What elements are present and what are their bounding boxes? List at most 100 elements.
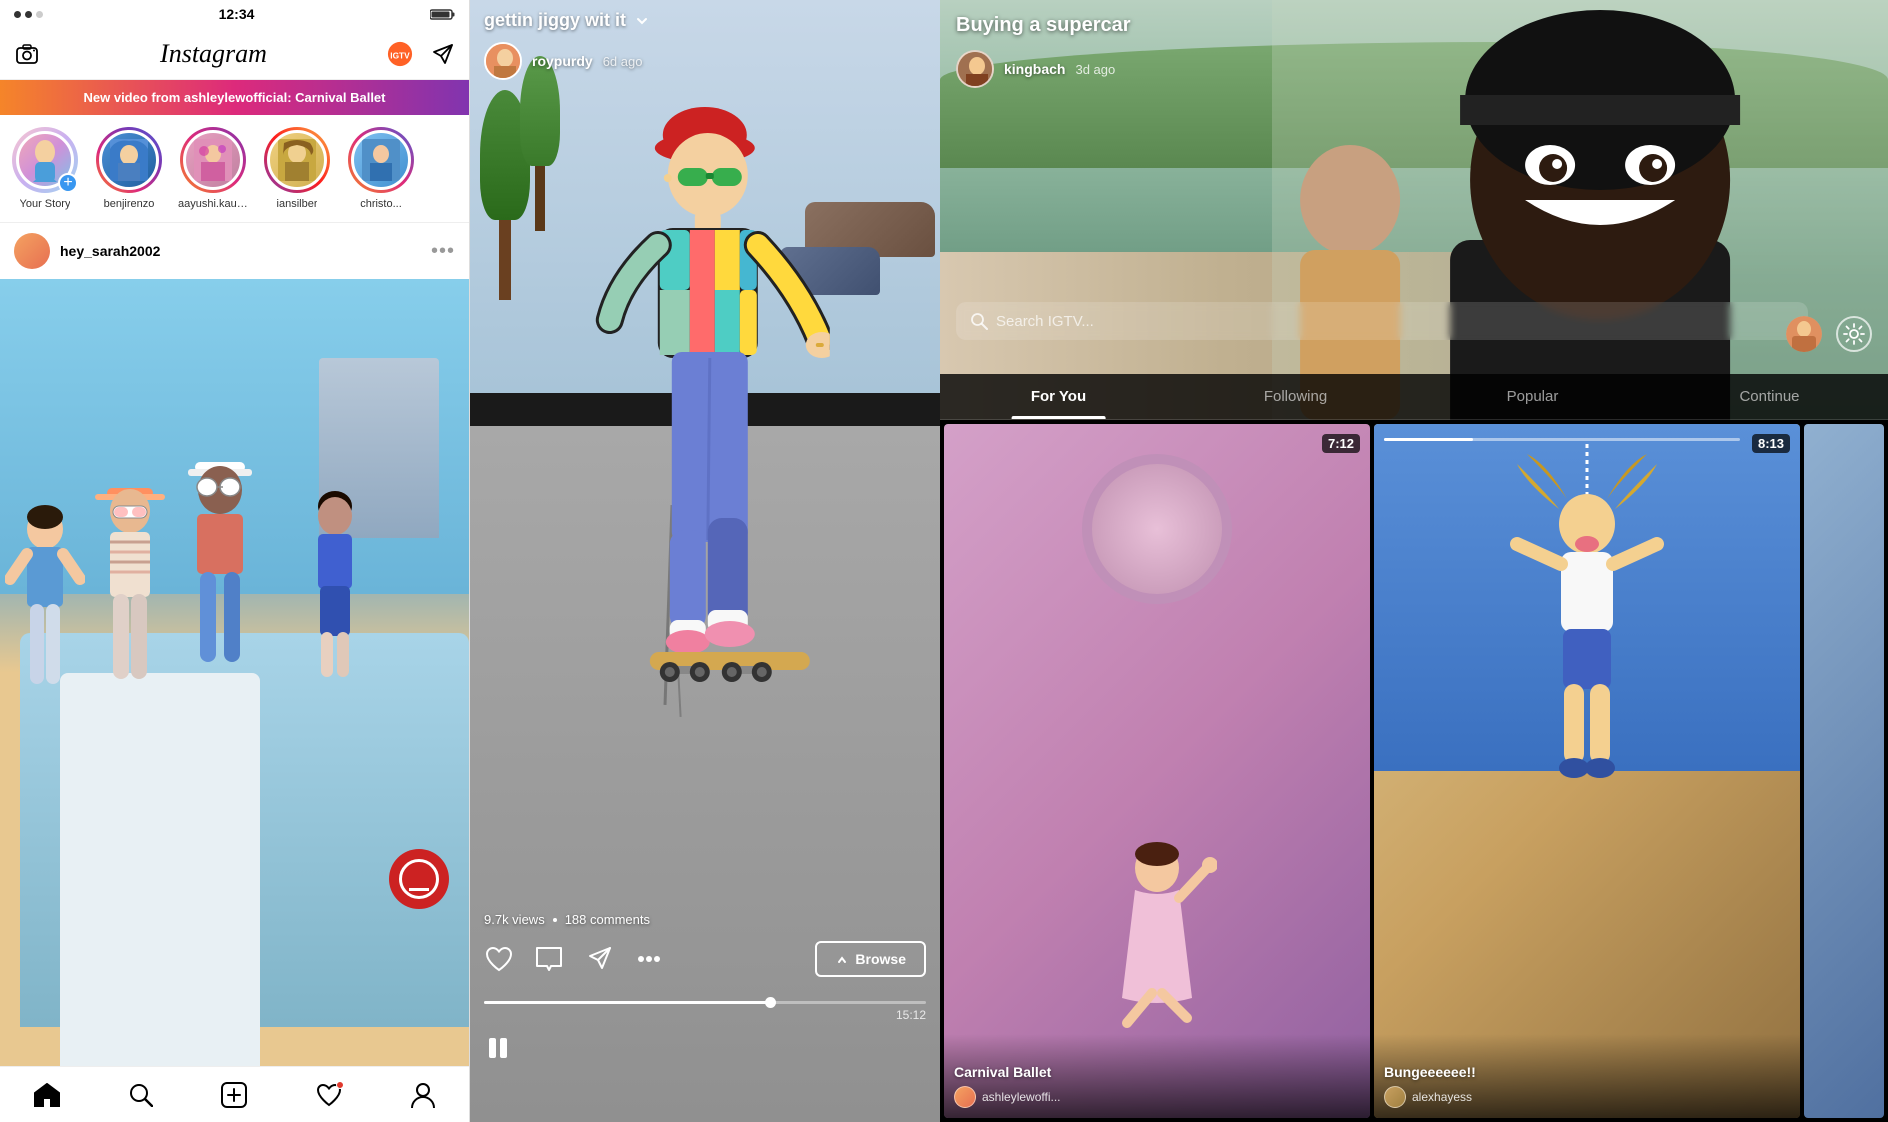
igtv-video-grid: 7:12 Carnival Ballet ashleylewoffi... [940,420,1888,1122]
story-item-your[interactable]: + Your Story [10,127,80,210]
heart-action-icon [485,946,513,972]
igtv-icon-svg: IGTV [387,40,413,68]
nav-add[interactable] [221,1082,247,1108]
comment-count: 188 comments [565,912,650,927]
video-header: gettin jiggy wit it [470,0,940,41]
feed-panel: 12:34 Instagram IGT [0,0,470,1122]
status-bar: 12:34 [0,0,469,28]
nav-home[interactable] [34,1083,60,1107]
pause-button[interactable] [484,1034,512,1062]
igtv-hero-avatar[interactable] [956,50,994,88]
story-label-1: benjirenzo [104,198,155,210]
post-more-button[interactable]: ••• [431,240,455,263]
signal-dot-1 [14,11,21,18]
igtv-card-3[interactable] [1804,424,1884,1118]
video-panel: gettin jiggy wit it roypurdy 6d ago 9.7k… [470,0,940,1122]
igtv-card-1[interactable]: 7:12 Carnival Ballet ashleylewoffi... [944,424,1370,1118]
camera-icon[interactable] [14,41,40,67]
video-duration: 15:12 [484,1008,926,1022]
card2-info: Bungeeeeee!! alexhayess [1374,1034,1800,1118]
igtv-hero[interactable]: Buying a supercar kingbach 3d ago Search… [940,0,1888,420]
story-item-2[interactable]: aayushi.kaushik [178,127,248,210]
igtv-card-2[interactable]: 8:13 Bungeeeeee!! alexhayess [1374,424,1800,1118]
igtv-hero-title: Buying a supercar [956,14,1872,37]
card1-channel-avatar [954,1086,976,1108]
igtv-settings-button[interactable] [1836,316,1872,352]
igtv-search-placeholder: Search IGTV... [996,313,1094,330]
card1-info: Carnival Ballet ashleylewoffi... [944,1034,1370,1118]
status-icons [430,8,455,21]
igtv-icon[interactable]: IGTV [387,41,413,67]
igtv-search-bar[interactable]: Search IGTV... [956,302,1808,340]
tab-for-you[interactable]: For You [940,374,1177,419]
notification-banner[interactable]: New video from ashleylewofficial: Carniv… [0,80,469,115]
instagram-logo: Instagram [160,39,267,69]
story-item-4[interactable]: christo... [346,127,416,210]
video-user-avatar[interactable] [484,42,522,80]
dropdown-icon[interactable] [634,13,650,29]
more-options-button[interactable] [634,944,664,974]
video-actions: Browse [470,941,940,977]
direct-icon[interactable] [429,41,455,67]
stats-separator [553,918,557,922]
status-time: 12:34 [219,6,255,22]
story-avatar-2 [194,139,232,181]
story-avatar-1 [110,139,148,181]
video-progress-container[interactable]: 15:12 [470,1001,940,1022]
story-avatar-3 [278,139,316,181]
card2-duration: 8:13 [1752,434,1790,453]
story-avatar-4 [362,139,400,181]
story-item-3[interactable]: iansilber [262,127,332,210]
browse-chevron-icon [835,952,849,966]
add-story-button[interactable]: + [58,173,78,193]
stories-container: + Your Story benjirenzo [0,115,469,223]
video-username: roypurdy [532,53,593,69]
post-image-container[interactable] [0,279,469,1066]
card2-person-svg [1507,444,1667,794]
tab-popular[interactable]: Popular [1414,374,1651,419]
home-icon [34,1083,60,1107]
like-button[interactable] [484,944,514,974]
video-progress-dot [765,997,776,1008]
search-icon [129,1083,153,1107]
video-stats: 9.7k views 188 comments [484,912,650,927]
card1-title: Carnival Ballet [954,1064,1360,1080]
comment-button[interactable] [534,944,564,974]
video-avatar-image [486,44,522,80]
story-label-2: aayushi.kaushik [178,198,248,210]
igtv-right-icons [1786,316,1872,352]
igtv-avatar-sm [1786,316,1822,352]
video-title-wrapper: gettin jiggy wit it [484,10,650,31]
feed-header: Instagram IGTV [0,28,469,80]
add-icon [221,1082,247,1108]
igtv-profile-avatar[interactable] [1786,316,1822,352]
story-label-your: Your Story [20,198,71,210]
signal-dot-3 [36,11,43,18]
igtv-title-wrapper: Buying a supercar [956,14,1872,37]
igtv-hero-user-row: kingbach 3d ago [956,50,1115,88]
share-button[interactable] [584,944,614,974]
notification-text: New video from ashleylewofficial: [84,90,296,105]
browse-button[interactable]: Browse [815,941,926,977]
video-time: 15:12 [896,1008,926,1022]
pause-icon [484,1034,512,1062]
card2-channel-name: alexhayess [1412,1090,1472,1104]
nav-search[interactable] [129,1083,153,1107]
nav-profile[interactable] [411,1082,435,1108]
igtv-panel: Buying a supercar kingbach 3d ago Search… [940,0,1888,1122]
signal-dot-2 [25,11,32,18]
video-progress-bar[interactable] [484,1001,926,1004]
bottom-navigation [0,1066,469,1122]
story-label-4: christo... [360,198,402,210]
nav-heart[interactable] [316,1083,342,1107]
post-user-avatar[interactable] [14,233,50,269]
story-item-1[interactable]: benjirenzo [94,127,164,210]
tab-continue[interactable]: Continue [1651,374,1888,419]
story-your-avatar-face [25,138,65,183]
person-figure-3 [170,452,270,672]
card1-duration: 7:12 [1322,434,1360,453]
tab-following[interactable]: Following [1177,374,1414,419]
hero-person-svg [1272,0,1888,420]
card1-person-svg [1097,838,1217,1038]
notification-link: Carnival Ballet [295,90,385,105]
